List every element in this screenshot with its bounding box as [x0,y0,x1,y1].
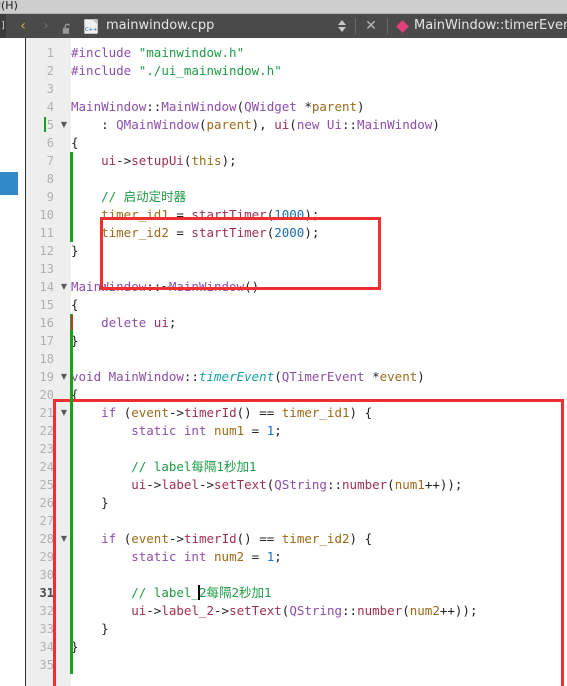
fold-arrow-icon[interactable]: ▼ [58,368,70,386]
line-number: 3 [46,82,54,96]
line-number: 5 [46,118,54,132]
line-number: 33 [39,622,54,636]
menu-item-help[interactable]: 助(H) [0,0,18,13]
code-line[interactable]: { [71,296,79,314]
code-line[interactable]: #include "mainwindow.h" [71,44,244,62]
fold-arrow-icon[interactable]: ▼ [58,530,70,548]
line-number: 26 [39,496,54,510]
line-number: 27 [39,514,54,528]
line-number: 29 [39,550,54,564]
text-caret [198,585,200,600]
code-line[interactable]: MainWindow::MainWindow(QWidget *parent) [71,98,365,116]
active-tab-filename[interactable]: mainwindow.cpp [106,14,214,38]
code-line[interactable]: #include "./ui_mainwindow.h" [71,62,282,80]
fold-arrow-icon[interactable]: ▼ [58,404,70,422]
line-number: 15 [39,298,54,312]
toolbar-separator [387,18,388,34]
navigate-back-icon[interactable]: ‹ [15,14,31,38]
line-number: 8 [46,172,54,186]
line-number: 35 [39,658,54,672]
line-number: 24 [39,460,54,474]
line-number: 28 [39,532,54,546]
cpp-file-icon [84,19,98,34]
up-down-chevrons-icon[interactable] [337,18,347,34]
line-number: 22 [39,424,54,438]
code-line[interactable]: } [71,620,109,638]
qt-creator-editor-window: 助(H) ] ‹ › mainwindow.cpp ✕ MainWindow::… [0,0,567,686]
code-text-area[interactable]: #include "mainwindow.h" #include "./ui_ma… [71,38,567,686]
editor-tab-bar: ] ‹ › mainwindow.cpp ✕ MainWindow::timer… [0,14,567,38]
code-line[interactable]: { [71,134,79,152]
code-line[interactable]: ui->label->setText(QString::number(num1+… [71,476,462,494]
fold-arrow-icon[interactable]: ▼ [58,278,70,296]
code-editor[interactable]: 1 2 3 4 5 ▼ 6 7 8 9 10 11 12 13 14 ▼ 15 16 17 18 19 ▼ 20 21 ▼ 22 2… [0,38,567,686]
code-line[interactable]: // label每隔1秒加1 [71,458,256,476]
navigate-forward-icon[interactable]: › [38,14,54,38]
code-line[interactable]: ui->label_2->setText(QString::number(num… [71,602,477,620]
bookmark-marker[interactable] [0,172,18,195]
change-marker [70,152,73,242]
code-line[interactable]: ui->setupUi(this); [71,152,237,170]
code-line[interactable]: // 启动定时器 [71,188,186,206]
line-number: 17 [39,334,54,348]
line-number: 23 [39,442,54,456]
line-number: 32 [39,604,54,618]
change-marker [70,314,73,674]
line-number: 34 [39,640,54,654]
code-line[interactable]: // label_2每隔2秒加1 [71,584,271,602]
code-line[interactable]: MainWindow::~MainWindow() [71,278,259,296]
code-line[interactable]: delete ui; [71,314,176,332]
line-number: 4 [46,100,54,114]
tabbar-left-edge-label: ] [0,14,6,38]
line-number: 2 [46,64,54,78]
close-tab-icon[interactable]: ✕ [362,14,380,38]
code-line[interactable]: : QMainWindow(parent), ui(new Ui::MainWi… [71,116,440,134]
line-number-gutter[interactable]: 1 2 3 4 5 ▼ 6 7 8 9 10 11 12 13 14 ▼ 15 16 17 18 19 ▼ 20 21 ▼ 22 2… [25,38,72,686]
code-line[interactable]: static int num1 = 1; [71,422,282,440]
line-number: 6 [46,136,54,150]
code-line[interactable]: } [71,242,79,260]
line-number: 31 [39,586,54,600]
line-number: 18 [39,352,54,366]
code-line[interactable]: if (event->timerId() == timer_id1) { [71,404,372,422]
line-number: 9 [46,190,54,204]
line-number: 19 [39,370,54,384]
text-caret-secondary [71,315,73,330]
menu-bar[interactable]: 助(H) [0,0,567,14]
toolbar-separator [355,18,356,34]
symbol-marker-icon [396,20,409,33]
line-number: 16 [39,316,54,330]
line-number: 14 [39,280,54,294]
line-number: 20 [39,388,54,402]
unlocked-padlock-icon[interactable] [62,20,73,34]
code-line[interactable]: void MainWindow::timerEvent(QTimerEvent … [71,368,425,386]
line-5-change-tick [44,117,46,132]
code-line[interactable]: timer_id2 = startTimer(2000); [71,224,319,242]
line-number: 11 [39,226,54,240]
current-symbol-label[interactable]: MainWindow::timerEvent [414,14,567,38]
line-number: 12 [39,244,54,258]
line-number: 1 [46,46,54,60]
editor-left-strip[interactable] [0,38,24,686]
line-number: 21 [39,406,54,420]
line-number: 7 [46,154,54,168]
code-line[interactable]: timer_id1 = startTimer(1000); [71,206,319,224]
line-number: 10 [39,208,54,222]
line-number: 30 [39,568,54,582]
line-number: 25 [39,478,54,492]
code-line[interactable]: if (event->timerId() == timer_id2) { [71,530,372,548]
code-line[interactable]: } [71,494,109,512]
fold-arrow-icon[interactable]: ▼ [58,116,70,134]
line-number: 13 [39,262,54,276]
code-line[interactable]: static int num2 = 1; [71,548,282,566]
